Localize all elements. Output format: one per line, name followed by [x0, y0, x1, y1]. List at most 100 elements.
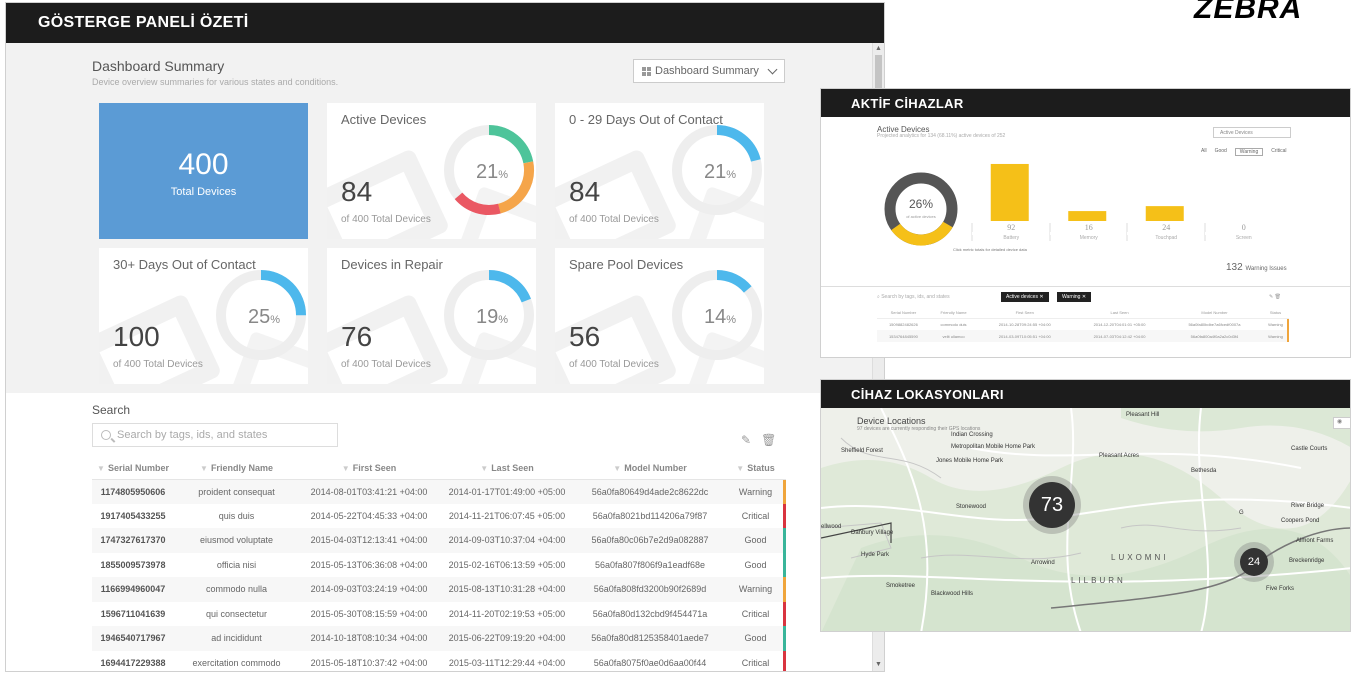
active-percent-value: 26%	[908, 197, 934, 211]
bar-touchpad[interactable]	[1145, 206, 1184, 221]
first-seen-cell: 2015-04-03T12:13:41 +04:00	[299, 528, 439, 553]
bar-label-memory[interactable]: 16 Memory	[1048, 223, 1127, 241]
trash-icon[interactable]: 🗑	[761, 433, 776, 447]
dashboard-select[interactable]: Dashboard Summary	[633, 59, 785, 83]
first-seen-cell: 2015-05-18T10:37:42 +04:00	[310, 657, 428, 668]
map-cluster-marker[interactable]: 24	[1240, 548, 1268, 576]
status-cell: Warning	[725, 577, 786, 602]
last-seen-cell: 2014-11-20T02:19:53 +05:00	[448, 608, 566, 619]
column-header[interactable]: ▼ Friendly Name	[174, 457, 299, 480]
bar-label-touchpad[interactable]: 24 Touchpad	[1126, 223, 1204, 241]
active-panel-select[interactable]: Active Devices	[1213, 127, 1291, 138]
column-header[interactable]: Status	[1262, 308, 1289, 319]
column-header[interactable]: ▼ Last Seen	[439, 457, 575, 480]
tile-total-devices[interactable]: 400 Total Devices	[99, 103, 308, 239]
tile-title: Spare Pool Devices	[569, 257, 684, 272]
active-panel-subtitle: Projected analytics for 134 (68.11%) act…	[877, 133, 1006, 139]
first-seen-cell: 2014-05-22T04:45:33 +04:00	[310, 510, 428, 521]
friendly-name-cell: velit ullamco	[929, 330, 978, 342]
last-seen-cell: 2015-06-22T09:19:20 +04:00	[439, 626, 575, 651]
table-row[interactable]: 1747327617370 eiusmod voluptate 2015-04-03…	[92, 528, 786, 553]
table-row[interactable]: 1509882482626 commodo duis 2014-10-28T09:2…	[877, 318, 1289, 330]
tile-30-plus-days[interactable]: 30+ Days Out of Contact 25% 100 of 400 T…	[99, 248, 308, 384]
bar-label-battery[interactable]: 92 Battery	[971, 223, 1049, 241]
map-place: Indian Crossing	[951, 432, 993, 438]
status-cell: Good	[725, 528, 786, 553]
tile-of-total: of 400 Total Devices	[569, 214, 659, 225]
first-seen-cell: 2014-09-03T03:24:19 +04:00	[299, 577, 439, 602]
first-seen-cell: 2014-08-01T03:41:21 +04:00	[299, 479, 439, 504]
bar-battery[interactable]	[990, 163, 1029, 221]
tile-devices-in-repair[interactable]: Devices in Repair 19% 76 of 400 Total De…	[327, 248, 536, 384]
last-seen-cell: 2015-08-13T10:31:28 +04:00	[439, 577, 575, 602]
table-row[interactable]: 1694417229388 exercitation commodo 2015-05…	[92, 650, 786, 671]
map-place: Danbury Village	[851, 530, 894, 536]
friendly-name-cell: exercitation commodo	[192, 657, 281, 668]
chip-warning[interactable]: Warning ✕	[1057, 292, 1092, 302]
bar-memory[interactable]	[1068, 211, 1107, 221]
map[interactable]: Pleasant Hill Indian Crossing Metropolit…	[821, 407, 1350, 631]
model-number-cell: 56a0fa80bdbe7a6fcedf0007a	[1188, 321, 1241, 327]
map-place: Stonewood	[956, 504, 987, 510]
filter-critical[interactable]: Critical	[1271, 148, 1286, 156]
column-header[interactable]: ▼ First Seen	[299, 457, 439, 480]
column-header[interactable]: Friendly Name	[929, 308, 978, 319]
table-row[interactable]: 1174805950606 proident consequat 2014-08-0…	[92, 479, 786, 504]
tile-spare-pool[interactable]: Spare Pool Devices 14% 56 of 400 Total D…	[555, 248, 764, 384]
table-row[interactable]: 1166994960047 commodo nulla 2014-09-03T03:…	[92, 577, 786, 602]
column-header[interactable]: Last Seen	[1072, 308, 1167, 319]
first-seen-cell: 2014-03-09T10:05:51 +04:00	[977, 330, 1073, 342]
column-header[interactable]: ▼ Model Number	[575, 457, 725, 480]
map-cluster-marker[interactable]: 73	[1029, 482, 1075, 528]
bar-labels: 92 Battery 16 Memory 24 Touchpad 0 Screen	[971, 223, 1281, 241]
table-header-row: Serial Number Friendly Name First Seen L…	[877, 308, 1289, 319]
pencil-icon[interactable]: ✎	[741, 433, 751, 447]
chip-active-devices[interactable]: Active devices ✕	[1001, 292, 1049, 302]
page-subtitle: Device overview summaries for various st…	[92, 77, 339, 87]
column-header[interactable]: ▼ Status	[725, 457, 786, 480]
filter-warning[interactable]: Warning	[1234, 148, 1264, 156]
model-number-cell: 56a0fa807f806f9a1eadf68e	[594, 559, 706, 570]
table-row[interactable]: 1596711041639 qui consectetur 2015-05-30T0…	[92, 601, 786, 627]
map-place: LILBURN	[1071, 576, 1126, 585]
tile-active-devices[interactable]: Active Devices 21% 84 of 400 Total Devic…	[327, 103, 536, 239]
scroll-up-icon[interactable]: ▲	[875, 45, 882, 53]
serial-cell: 1596711041639	[100, 608, 166, 619]
dashboard-header: GÖSTERGE PANELİ ÖZETİ	[6, 3, 884, 43]
table-row[interactable]: 1917405433255 quis duis 2014-05-22T04:45:3…	[92, 503, 786, 529]
model-number-cell: 56a0fa80d8125358401aede7	[575, 626, 725, 651]
locations-subtitle: 97 devices are currently responding thei…	[857, 426, 981, 432]
search-input[interactable]: Search by tags, ids, and states	[92, 423, 338, 447]
model-number-cell: 56a0fa80d132cbd9f454471a	[592, 608, 708, 619]
gps-icon[interactable]: ◉	[1333, 417, 1350, 429]
scroll-down-icon[interactable]: ▼	[875, 661, 882, 669]
trash-icon[interactable]: 🗑	[1275, 294, 1281, 300]
filter-all[interactable]: All	[1201, 148, 1207, 156]
first-seen-cell: 2015-05-13T06:36:08 +04:00	[310, 559, 428, 570]
serial-cell: 1166994960047	[92, 577, 174, 602]
locations-panel-header: CİHAZ LOKASYONLARI	[821, 380, 1350, 408]
table-row[interactable]: 1855009573978 officia nisi 2015-05-13T06:3…	[92, 552, 786, 578]
serial-cell: 1917405433255	[100, 510, 166, 521]
last-seen-cell: 2015-02-16T06:13:59 +05:00	[448, 559, 566, 570]
column-header[interactable]: Model Number	[1166, 308, 1263, 319]
column-header[interactable]: First Seen	[977, 308, 1073, 319]
active-search-input[interactable]: ⌕ Search by tags, ids, and states	[877, 294, 997, 304]
table-row[interactable]: 1534764845590 velit ullamco 2014-03-09T10:…	[877, 330, 1289, 342]
model-number-cell: 56a0fa80649d4ade2c8622dc	[575, 479, 725, 504]
serial-cell: 1174805950606	[92, 479, 174, 504]
tile-0-29-days[interactable]: 0 - 29 Days Out of Contact 21% 84 of 400…	[555, 103, 764, 239]
filter-good[interactable]: Good	[1215, 148, 1227, 156]
column-header[interactable]: ▼ Serial Number	[92, 457, 174, 480]
model-number-cell: 56a0fa8021bd114206a79f87	[592, 510, 708, 521]
column-header[interactable]: Serial Number	[877, 308, 930, 319]
metric-hint: Click metric totals for detailed device …	[953, 247, 1027, 252]
table-row[interactable]: 1946540717967 ad incididunt 2014-10-18T08:…	[92, 626, 786, 651]
dashboard-select-value: Dashboard Summary	[655, 65, 759, 77]
tile-title: Devices in Repair	[341, 257, 443, 272]
tag-icon[interactable]: ✎	[1269, 294, 1273, 300]
last-seen-cell: 2015-03-11T12:29:44 +04:00	[448, 657, 566, 668]
map-place: LUXOMNI	[1111, 553, 1169, 562]
status-cell: Good	[725, 626, 786, 651]
bar-label-screen[interactable]: 0 Screen	[1203, 223, 1282, 241]
